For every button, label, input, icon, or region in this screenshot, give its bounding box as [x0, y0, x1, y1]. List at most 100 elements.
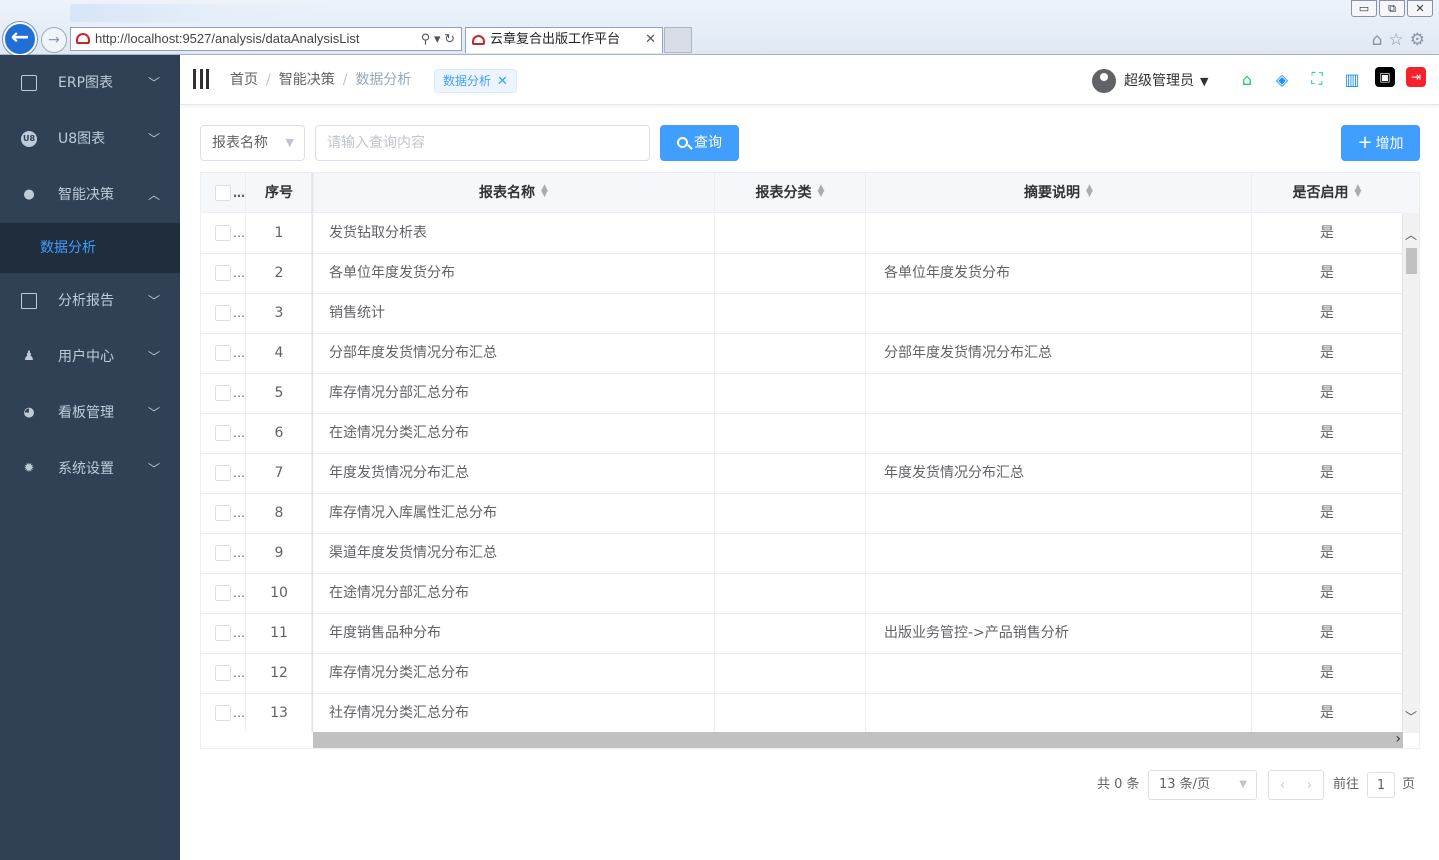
- row-checkbox[interactable]: [215, 305, 231, 321]
- row-checkbox[interactable]: [215, 425, 231, 441]
- vertical-scrollbar[interactable]: ︿ ﹀: [1402, 213, 1419, 733]
- row-select[interactable]: …: [201, 294, 246, 333]
- sort-icon[interactable]: ▲ ▼: [818, 184, 825, 199]
- header-category[interactable]: 报表分类 ▲ ▼: [715, 173, 866, 213]
- horizontal-scrollbar[interactable]: ›: [313, 732, 1403, 748]
- sidebar-item-user-center[interactable]: ♟ 用户中心 ﹀: [0, 329, 180, 385]
- add-button[interactable]: + 增加: [1341, 125, 1420, 161]
- sort-icon[interactable]: ▲ ▼: [1355, 184, 1362, 199]
- refresh-icon[interactable]: ↻: [444, 31, 455, 46]
- sort-icon[interactable]: ▲ ▼: [1086, 184, 1093, 199]
- chevron-up-icon[interactable]: ︿: [1403, 227, 1419, 243]
- table-row[interactable]: … 12 库存情况分类汇总分布 是: [201, 654, 1403, 694]
- home-icon[interactable]: ⌂: [1372, 30, 1389, 50]
- row-select[interactable]: …: [201, 214, 246, 253]
- row-select[interactable]: …: [201, 574, 246, 613]
- row-select[interactable]: …: [201, 534, 246, 573]
- fullscreen-icon[interactable]: ⛶: [1305, 67, 1329, 91]
- row-checkbox[interactable]: [215, 585, 231, 601]
- gear-icon[interactable]: ⚙: [1410, 30, 1431, 50]
- chevron-right-icon[interactable]: ›: [1395, 732, 1401, 747]
- row-select[interactable]: …: [201, 254, 246, 293]
- logout-icon[interactable]: ⇥: [1406, 67, 1426, 87]
- breadcrumb-smart-decision[interactable]: 智能决策: [279, 72, 335, 88]
- page-jump-input[interactable]: [1367, 772, 1395, 798]
- row-checkbox[interactable]: [215, 465, 231, 481]
- row-checkbox[interactable]: [215, 625, 231, 641]
- row-select[interactable]: …: [201, 374, 246, 413]
- sidebar-item-smart-decision[interactable]: ● 智能决策 ︿: [0, 167, 180, 223]
- restore-button[interactable]: ⧉: [1379, 0, 1405, 17]
- row-checkbox[interactable]: [215, 265, 231, 281]
- browser-tab[interactable]: 云章复合出版工作平台 ✕: [465, 27, 663, 53]
- sidebar-item-dashboard[interactable]: ◕ 看板管理 ﹀: [0, 385, 180, 441]
- tab-close-icon[interactable]: ✕: [645, 28, 656, 52]
- row-checkbox[interactable]: [215, 665, 231, 681]
- table-row[interactable]: … 10 在途情况分部汇总分布 是: [201, 574, 1403, 614]
- breadcrumb-home[interactable]: 首页: [230, 72, 258, 88]
- select-all-checkbox[interactable]: [215, 185, 231, 201]
- shirt-icon[interactable]: ▣: [1375, 67, 1395, 87]
- search-input[interactable]: [315, 125, 650, 161]
- table-row[interactable]: … 6 在途情况分类汇总分布 是: [201, 414, 1403, 454]
- table-row[interactable]: … 4 分部年度发货情况分布汇总 分部年度发货情况分布汇总是: [201, 334, 1403, 374]
- header-summary[interactable]: 摘要说明 ▲ ▼: [866, 173, 1252, 213]
- hamburger-icon[interactable]: [193, 69, 209, 89]
- close-button[interactable]: ✕: [1407, 0, 1433, 17]
- scroll-thumb[interactable]: [1406, 248, 1417, 274]
- chevron-down-icon[interactable]: ﹀: [1403, 709, 1419, 725]
- chevron-left-icon[interactable]: ‹: [1280, 771, 1285, 799]
- search-icon[interactable]: ⚲: [421, 31, 431, 46]
- sidebar-subitem-data-analysis[interactable]: 数据分析: [0, 223, 180, 273]
- table-row[interactable]: … 5 库存情况分部汇总分布 是: [201, 374, 1403, 414]
- star-icon[interactable]: ☆: [1389, 30, 1410, 50]
- sidebar-item-settings[interactable]: ✹ 系统设置 ﹀: [0, 441, 180, 497]
- header-name[interactable]: 报表名称 ▲ ▼: [313, 173, 715, 213]
- dropdown-icon[interactable]: ▾: [434, 31, 441, 46]
- minimize-button[interactable]: ▭: [1351, 0, 1377, 17]
- row-checkbox[interactable]: [215, 705, 231, 721]
- row-checkbox[interactable]: [215, 225, 231, 241]
- header-enabled[interactable]: 是否启用 ▲ ▼: [1252, 173, 1403, 213]
- dashboard-icon: ◕: [23, 405, 35, 420]
- row-select[interactable]: …: [201, 414, 246, 453]
- user-dropdown[interactable]: 超级管理员 ▼: [1092, 68, 1208, 94]
- field-select[interactable]: 报表名称 ▼: [200, 125, 305, 161]
- back-button[interactable]: ←: [3, 22, 37, 56]
- sort-icon[interactable]: ▲ ▼: [541, 184, 548, 199]
- table-row[interactable]: … 3 销售统计 是: [201, 294, 1403, 334]
- sidebar-item-erp-charts[interactable]: ERP图表 ﹀: [0, 55, 180, 111]
- search-button[interactable]: 查询: [660, 125, 739, 161]
- row-checkbox[interactable]: [215, 385, 231, 401]
- row-checkbox[interactable]: [215, 345, 231, 361]
- row-select[interactable]: …: [201, 654, 246, 693]
- table-row[interactable]: … 2 各单位年度发货分布 各单位年度发货分布是: [201, 254, 1403, 294]
- table-row[interactable]: … 7 年度发货情况分布汇总 年度发货情况分布汇总是: [201, 454, 1403, 494]
- page-size-select[interactable]: 13 条/页 ▼: [1148, 770, 1257, 800]
- row-checkbox[interactable]: [215, 545, 231, 561]
- forward-button[interactable]: →: [41, 27, 67, 53]
- chevron-right-icon[interactable]: ›: [1307, 771, 1312, 799]
- row-select[interactable]: …: [201, 694, 246, 733]
- table-row[interactable]: … 8 库存情况入库属性汇总分布 是: [201, 494, 1403, 534]
- row-select[interactable]: …: [201, 614, 246, 653]
- tag-label: 数据分析: [443, 74, 492, 88]
- row-select[interactable]: …: [201, 494, 246, 533]
- header-select-all[interactable]: …: [201, 173, 246, 213]
- home-icon[interactable]: ⌂: [1235, 67, 1259, 91]
- tags-view-item[interactable]: 数据分析 ✕: [434, 69, 517, 93]
- close-icon[interactable]: ✕: [497, 74, 508, 89]
- table-row[interactable]: … 9 渠道年度发货情况分布汇总 是: [201, 534, 1403, 574]
- layers-icon[interactable]: ◈: [1270, 67, 1294, 91]
- row-checkbox[interactable]: [215, 505, 231, 521]
- table-row[interactable]: … 13 社存情况分类汇总分布 是: [201, 694, 1403, 734]
- new-tab-button[interactable]: [664, 27, 692, 53]
- table-row[interactable]: … 1 发货钻取分析表 是: [201, 214, 1403, 254]
- row-select[interactable]: …: [201, 454, 246, 493]
- address-bar[interactable]: http://localhost:9527/analysis/dataAnaly…: [70, 27, 462, 51]
- bar-chart-icon[interactable]: ▥: [1340, 67, 1364, 91]
- table-row[interactable]: … 11 年度销售品种分布 出版业务管控->产品销售分析是: [201, 614, 1403, 654]
- sidebar-item-analysis-report[interactable]: 分析报告 ﹀: [0, 273, 180, 329]
- sidebar-item-u8-charts[interactable]: U8 U8图表 ﹀: [0, 111, 180, 167]
- row-select[interactable]: …: [201, 334, 246, 373]
